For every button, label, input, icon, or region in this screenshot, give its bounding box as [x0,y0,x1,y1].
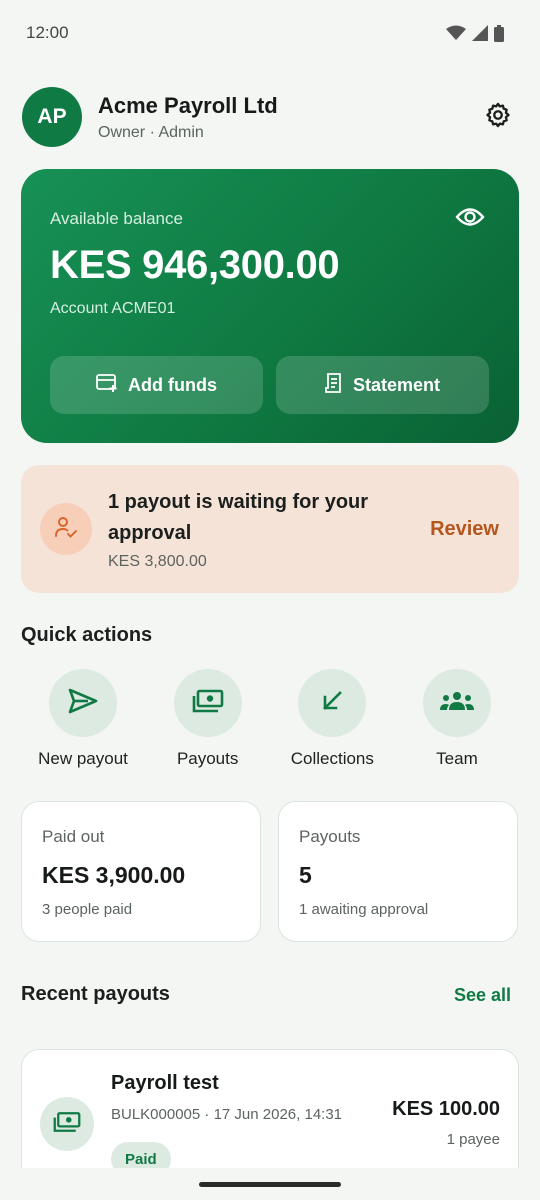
cash-icon [192,689,224,718]
account-id: Account ACME01 [50,300,176,317]
quick-action-payouts[interactable]: Payouts [146,669,270,769]
approval-text: 1 payout is waiting for your approval KE… [108,487,430,571]
signal-icon [472,25,488,41]
card-add-icon [96,373,118,398]
quick-action-label: New payout [38,749,128,768]
status-bar: 12:00 [0,0,540,66]
user-role: Owner · Admin [98,123,204,141]
settings-button[interactable] [478,97,518,137]
receipt-icon [325,372,343,398]
balance-amount: KES 946,300.00 [50,243,340,287]
avatar[interactable]: AP [22,87,82,147]
approval-amount: KES 3,800.00 [108,553,207,570]
quick-action-label: Collections [290,749,374,768]
approval-title: 1 payout is waiting for your approval [108,491,369,544]
stat-subtext: 3 people paid [42,901,133,918]
recent-payouts-title: Recent payouts [21,983,170,1005]
balance-actions: Add funds Statement [50,356,489,414]
account-header: AP Acme Payroll Ltd Owner · Admin [22,86,518,148]
quick-action-circle [422,669,491,737]
stat-value: 5 [299,862,312,888]
balance-label: Available balance [50,209,183,228]
quick-action-circle [298,669,367,737]
payout-meta: BULK000005 · 17 Jun 2026, 14:31 [111,1106,343,1123]
gear-icon [484,101,512,134]
system-nav-bar [0,1168,540,1200]
status-time: 12:00 [26,23,69,42]
payouts-count-card[interactable]: Payouts 5 1 awaiting approval [278,801,518,942]
stat-label: Payouts [299,827,361,846]
approval-icon-wrapper [40,503,92,555]
cash-icon [53,1111,81,1138]
org-info: Acme Payroll Ltd Owner · Admin [98,93,478,142]
wifi-icon [446,25,466,41]
add-funds-label: Add funds [128,374,217,395]
user-check-icon [54,516,78,543]
quick-actions-title: Quick actions [21,624,153,646]
battery-icon [494,24,504,42]
quick-action-circle [173,669,242,737]
status-icons [446,24,504,42]
stat-subtext: 1 awaiting approval [299,901,429,918]
stat-value: KES 3,900.00 [42,862,186,888]
arrow-down-left-icon [320,689,344,718]
add-funds-button[interactable]: Add funds [50,356,263,414]
toggle-balance-visibility-button[interactable] [455,206,485,233]
paid-out-card[interactable]: Paid out KES 3,900.00 3 people paid [21,801,261,942]
payout-name: Payroll test [111,1072,219,1094]
home-gesture-handle[interactable] [199,1182,341,1187]
review-button[interactable]: Review [430,518,499,541]
quick-action-label: Payouts [176,749,239,768]
quick-actions: New payout Payouts Collections Team [21,669,519,769]
payout-icon-wrapper [40,1097,94,1151]
payee-count: 1 payee [446,1131,500,1148]
org-name: Acme Payroll Ltd [98,92,278,118]
quick-action-circle [49,669,117,737]
payout-amount: KES 100.00 [392,1098,500,1120]
quick-action-team[interactable]: Team [395,669,519,769]
statement-label: Statement [352,374,441,395]
approval-banner[interactable]: 1 payout is waiting for your approval KE… [21,465,519,593]
quick-action-label: Team [436,749,478,768]
see-all-link[interactable]: See all [454,985,511,1006]
statement-button[interactable]: Statement [276,356,489,414]
stat-label: Paid out [42,827,105,846]
quick-action-new-payout[interactable]: New payout [21,669,145,769]
quick-action-collections[interactable]: Collections [270,669,394,769]
team-icon [439,690,475,717]
send-icon [68,688,98,719]
eye-icon [455,208,485,232]
balance-card: Available balance KES 946,300.00 Account… [21,169,519,443]
